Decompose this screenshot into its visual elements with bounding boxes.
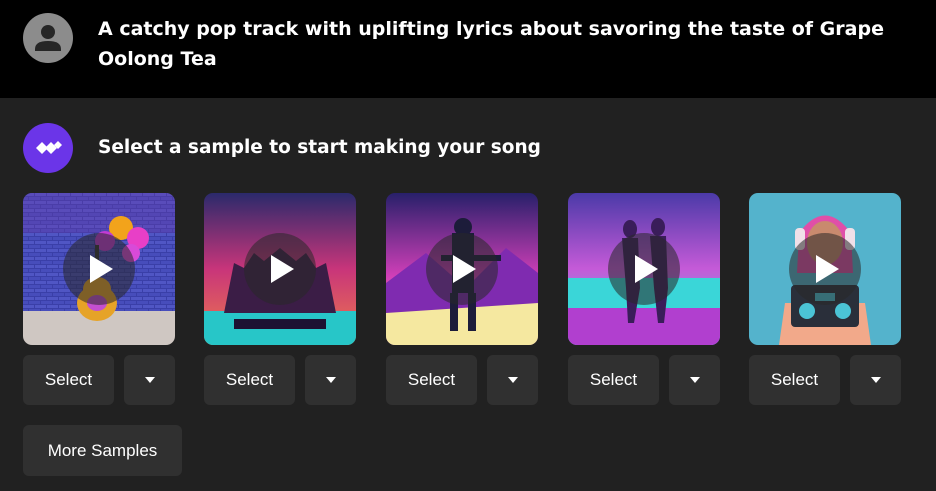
- sample-artwork-headphones[interactable]: [749, 193, 901, 345]
- play-icon[interactable]: [426, 233, 498, 305]
- caret-down-icon: [870, 377, 881, 383]
- caret-down-icon: [144, 377, 155, 383]
- select-button[interactable]: Select: [23, 355, 114, 405]
- prompt-text: A catchy pop track with uplifting lyrics…: [98, 18, 884, 70]
- app-logo-icon: [23, 123, 73, 173]
- play-icon[interactable]: [789, 233, 861, 305]
- select-button[interactable]: Select: [568, 355, 659, 405]
- caret-down-icon: [689, 377, 700, 383]
- sample-artwork-soldier[interactable]: [386, 193, 538, 345]
- play-icon[interactable]: [244, 233, 316, 305]
- section-heading: Select a sample to start making your son…: [98, 137, 541, 158]
- sample-options-button[interactable]: [850, 355, 901, 405]
- select-button[interactable]: Select: [386, 355, 477, 405]
- sample-artwork-synthwave-band[interactable]: [204, 193, 356, 345]
- sample-options-button[interactable]: [669, 355, 720, 405]
- play-icon[interactable]: [63, 233, 135, 305]
- sample-options-button[interactable]: [305, 355, 356, 405]
- play-icon[interactable]: [608, 233, 680, 305]
- prompt-header: A catchy pop track with uplifting lyrics…: [0, 0, 936, 98]
- select-button[interactable]: Select: [204, 355, 295, 405]
- sample-options-button[interactable]: [487, 355, 538, 405]
- sample-section: Select a sample to start making your son…: [0, 98, 936, 491]
- select-button[interactable]: Select: [749, 355, 840, 405]
- sample-options-button[interactable]: [124, 355, 175, 405]
- caret-down-icon: [507, 377, 518, 383]
- sample-artwork-guitar[interactable]: [23, 193, 175, 345]
- user-avatar-icon[interactable]: [23, 13, 73, 63]
- sample-artwork-beach[interactable]: [568, 193, 720, 345]
- more-samples-button[interactable]: More Samples: [23, 425, 182, 476]
- caret-down-icon: [325, 377, 336, 383]
